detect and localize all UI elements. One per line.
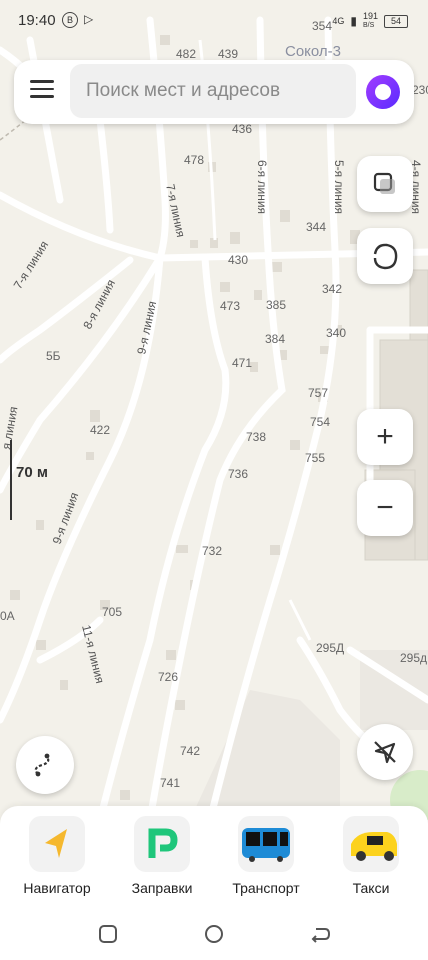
network-type: 4G xyxy=(332,16,345,26)
house-number: 741 xyxy=(160,776,180,790)
navigator-arrow-icon xyxy=(29,816,85,872)
street-label: 6-я линия xyxy=(255,160,269,214)
search-bar xyxy=(14,60,414,124)
house-number: 732 xyxy=(202,544,222,558)
zoom-out-button[interactable]: − xyxy=(357,480,413,536)
zoom-in-button[interactable]: + xyxy=(357,409,413,465)
house-number: 471 xyxy=(232,356,252,370)
menu-icon[interactable] xyxy=(30,80,54,102)
net-speed-value: 191 xyxy=(362,11,378,21)
house-number: 482 xyxy=(176,47,196,61)
house-number: 342 xyxy=(322,282,342,296)
alice-ring-icon xyxy=(373,243,398,270)
taxi-car-icon xyxy=(343,816,399,872)
service-navigator[interactable]: Навигатор xyxy=(12,816,102,896)
system-nav-bar xyxy=(0,910,428,960)
map-scale: 70 м xyxy=(10,440,70,520)
scale-bar xyxy=(10,440,12,520)
house-number: 478 xyxy=(184,153,204,167)
house-number: 430 xyxy=(228,253,248,267)
house-number: 742 xyxy=(180,744,200,758)
house-number: 384 xyxy=(265,332,285,346)
service-label: Такси xyxy=(352,880,390,896)
services-panel: Навигатор Заправки Транспорт Такси xyxy=(0,806,428,910)
battery-icon: 54 xyxy=(384,14,408,28)
house-number: 295д xyxy=(400,651,427,665)
status-time: 19:40 xyxy=(18,12,56,29)
layers-icon xyxy=(373,172,395,194)
back-arrow-icon xyxy=(311,928,331,943)
alice-assistant-icon[interactable] xyxy=(366,75,400,109)
signal-icon: ▮ xyxy=(350,14,357,28)
location-disabled-icon xyxy=(374,741,396,764)
route-icon xyxy=(34,753,50,777)
location-button[interactable] xyxy=(357,724,413,780)
house-number: 385 xyxy=(266,298,286,312)
street-label: 5-я линия xyxy=(332,160,346,214)
status-bar: 19:40 B ▷ 4G ▮ 191 B/S 54 xyxy=(0,0,428,40)
scale-label: 70 м xyxy=(16,464,48,481)
net-speed: 191 B/S xyxy=(363,12,378,30)
house-number: 754 xyxy=(310,415,330,429)
house-number: 736 xyxy=(228,467,248,481)
house-number: 344 xyxy=(306,220,326,234)
house-number: 295Д xyxy=(316,641,344,655)
service-gas-stations[interactable]: Заправки xyxy=(117,816,207,896)
house-number: 757 xyxy=(308,386,328,400)
house-number: 230 xyxy=(412,83,428,97)
b-badge-icon: B xyxy=(62,12,78,28)
back-button[interactable] xyxy=(308,922,332,946)
house-number: 439 xyxy=(218,47,238,61)
route-button[interactable] xyxy=(16,736,74,794)
play-icon: ▷ xyxy=(84,12,94,26)
house-number: 755 xyxy=(305,451,325,465)
layers-button[interactable] xyxy=(357,156,413,212)
square-icon xyxy=(99,925,117,943)
plus-icon: + xyxy=(376,420,394,453)
service-taxi[interactable]: Такси xyxy=(326,816,416,896)
bus-icon xyxy=(238,816,294,872)
house-number: 738 xyxy=(246,430,266,444)
status-right-icons: 4G ▮ 191 B/S 54 xyxy=(332,12,408,30)
house-number: 0А xyxy=(0,609,15,623)
house-number: 726 xyxy=(158,670,178,684)
house-number: 5Б xyxy=(46,349,61,363)
house-number: 705 xyxy=(102,605,122,619)
search-input[interactable] xyxy=(70,64,356,118)
home-button[interactable] xyxy=(202,922,226,946)
house-number: 473 xyxy=(220,299,240,313)
map-mode-button[interactable] xyxy=(357,228,413,284)
house-number: 436 xyxy=(232,122,252,136)
house-number: 340 xyxy=(326,326,346,340)
service-label: Заправки xyxy=(131,880,193,896)
net-speed-unit: B/S xyxy=(362,22,375,29)
house-number: 422 xyxy=(90,423,110,437)
recent-apps-button[interactable] xyxy=(96,922,120,946)
circle-icon xyxy=(205,925,223,943)
minus-icon: − xyxy=(376,491,394,524)
gas-station-icon xyxy=(134,816,190,872)
service-transport[interactable]: Транспорт xyxy=(221,816,311,896)
service-label: Транспорт xyxy=(232,880,300,896)
status-left-icons: B ▷ xyxy=(62,12,93,28)
district-label: Сокол-3 xyxy=(285,43,341,60)
service-label: Навигатор xyxy=(23,880,91,896)
search-field[interactable] xyxy=(70,64,356,118)
